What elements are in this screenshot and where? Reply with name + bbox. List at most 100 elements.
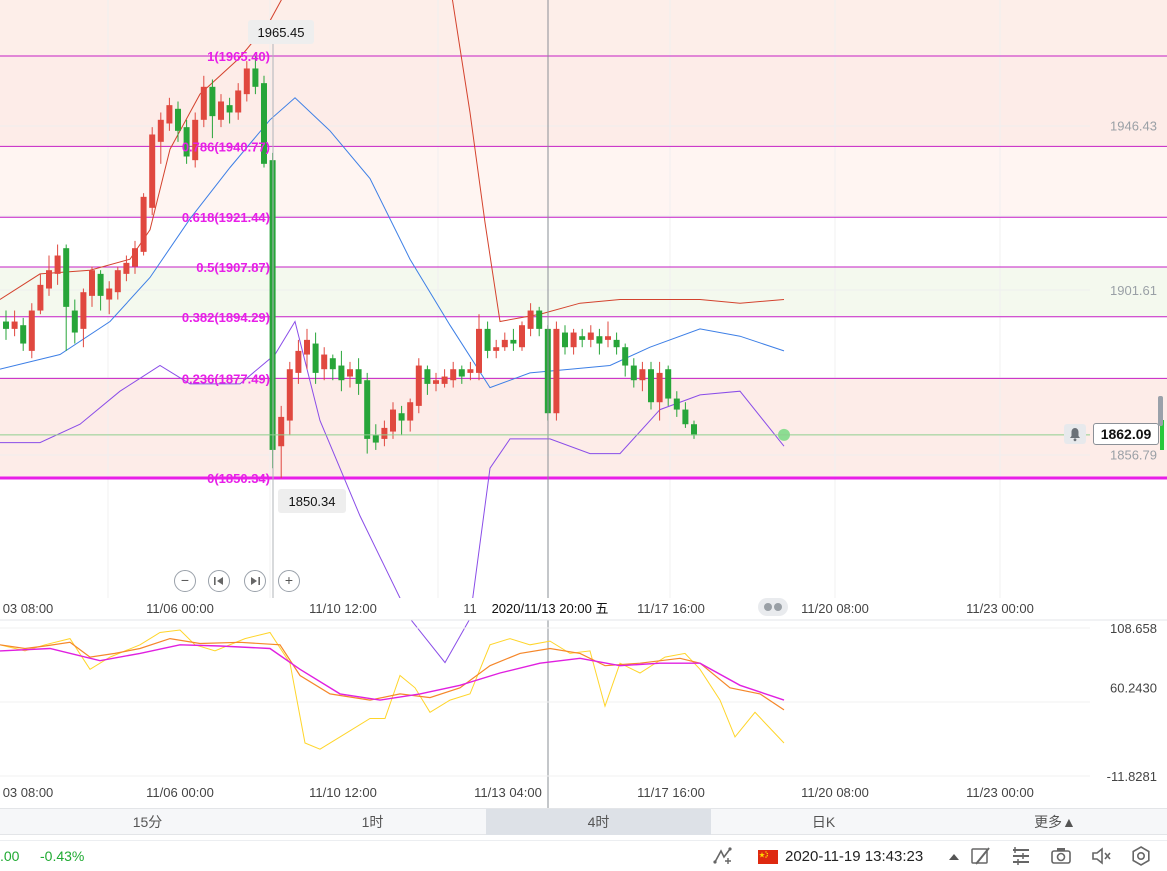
candle-body bbox=[605, 336, 611, 340]
candle-body bbox=[278, 416, 285, 447]
china-flag-icon bbox=[758, 850, 778, 864]
bell-icon[interactable] bbox=[1064, 424, 1086, 444]
oscillator-panel: 108.658 60.2430 -11.8281 03 08:00 11/06 00:0… bbox=[0, 621, 1157, 800]
candle-body bbox=[484, 328, 491, 351]
tab-daily[interactable]: 日K bbox=[711, 809, 936, 835]
time-axis: 03 08:00 11/06 00:00 11/10 12:00 11 11/17 16… bbox=[0, 598, 1167, 621]
candle-body bbox=[37, 284, 44, 311]
fib-label: 0.5(1907.87) bbox=[196, 260, 270, 275]
time-axis-label: 11/06 00:00 bbox=[146, 601, 214, 616]
osc-time-label: 03 08:00 bbox=[3, 785, 54, 800]
candle-body bbox=[329, 358, 336, 370]
candle-body bbox=[140, 196, 147, 252]
candle-body bbox=[71, 310, 78, 333]
candle-body bbox=[372, 435, 379, 443]
fib-label: 0.786(1940.77) bbox=[182, 139, 270, 154]
candle-body bbox=[441, 376, 448, 384]
jump-start-button[interactable] bbox=[208, 570, 230, 592]
candle-body bbox=[630, 365, 637, 381]
mute-icon[interactable] bbox=[1090, 845, 1112, 867]
time-axis-label: 11/23 00:00 bbox=[966, 601, 1034, 616]
candle-body bbox=[200, 86, 207, 120]
candle-body bbox=[691, 424, 697, 436]
candle-body bbox=[28, 310, 35, 351]
candle-body bbox=[286, 369, 293, 421]
osc-time-label: 11/06 00:00 bbox=[146, 785, 214, 800]
candle-body bbox=[519, 325, 525, 348]
status-price: .00 bbox=[0, 848, 20, 864]
osc-time-label: 11/20 08:00 bbox=[801, 785, 869, 800]
zoom-out-button[interactable]: − bbox=[174, 570, 196, 592]
chart-app: 1(1965.40) 0.786(1940.77) 0.618(1921.44) 0.… bbox=[0, 0, 1167, 871]
candle-body bbox=[157, 119, 164, 142]
tab-4hour[interactable]: 4时 bbox=[486, 809, 711, 835]
candle-body bbox=[407, 402, 414, 421]
pen-icon[interactable] bbox=[970, 845, 992, 867]
fib-label: 0.618(1921.44) bbox=[182, 210, 270, 225]
candle-body bbox=[175, 108, 181, 131]
candle-body bbox=[467, 369, 474, 373]
candle-body bbox=[97, 273, 104, 296]
candle-body bbox=[648, 369, 654, 403]
jump-end-icon bbox=[251, 577, 260, 585]
tab-1hour[interactable]: 1时 bbox=[260, 809, 485, 835]
candle-body bbox=[132, 248, 138, 267]
candle-body bbox=[415, 365, 422, 406]
candle-body bbox=[3, 321, 9, 329]
drawing-tool-icon[interactable] bbox=[712, 845, 734, 867]
settings-icon[interactable] bbox=[1130, 845, 1152, 867]
candle-body bbox=[450, 369, 457, 381]
crosshair-time: 2020/11/13 20:00 五 bbox=[492, 601, 609, 616]
fib-bands bbox=[0, 0, 1167, 478]
main-chart[interactable]: 1(1965.40) 0.786(1940.77) 0.618(1921.44) 0.… bbox=[0, 0, 1167, 808]
osc-time-label: 11/10 12:00 bbox=[309, 785, 377, 800]
candle-body bbox=[312, 343, 319, 373]
time-axis-label: 11/17 16:00 bbox=[637, 601, 705, 616]
fib-label: 0.236(1877.49) bbox=[182, 371, 270, 386]
candle-body bbox=[398, 413, 405, 421]
fib-label: 0(1850.34) bbox=[207, 471, 270, 486]
osc-axis-label: -11.8281 bbox=[1107, 769, 1157, 784]
osc-time-label: 11/13 04:00 bbox=[474, 785, 542, 800]
axis-scrollbar[interactable] bbox=[1158, 396, 1163, 426]
price-axis-label: 1856.79 bbox=[1110, 447, 1157, 462]
candle-body bbox=[235, 90, 242, 113]
jump-end-button[interactable] bbox=[244, 570, 266, 592]
candle-body bbox=[20, 325, 27, 344]
candle-body bbox=[596, 336, 603, 344]
osc-axis-label: 60.2430 bbox=[1110, 680, 1157, 695]
tab-more[interactable]: 更多▲ bbox=[1010, 809, 1100, 835]
candle-body bbox=[166, 105, 173, 124]
caret-up-icon[interactable] bbox=[948, 852, 960, 862]
candle-body bbox=[295, 350, 302, 373]
jump-start-icon bbox=[214, 577, 223, 585]
timeframe-bar: 15分 1时 4时 日K 更多▲ bbox=[0, 808, 1167, 835]
candle-body bbox=[209, 86, 216, 117]
candle-body bbox=[123, 262, 130, 274]
candle-body bbox=[114, 270, 121, 293]
candle-body bbox=[458, 369, 465, 377]
camera-icon[interactable] bbox=[1050, 845, 1072, 867]
current-price-tag: 1862.09 bbox=[1093, 423, 1159, 445]
candle-body bbox=[218, 101, 224, 120]
candle-body bbox=[390, 409, 396, 432]
candle-body bbox=[89, 270, 95, 296]
tab-15min[interactable]: 15分 bbox=[35, 809, 260, 835]
zoom-in-button[interactable]: + bbox=[278, 570, 300, 592]
osc-time-label: 11/23 00:00 bbox=[966, 785, 1034, 800]
time-axis-label: 11/20 08:00 bbox=[801, 601, 869, 616]
candle-body bbox=[501, 339, 508, 348]
candle-body bbox=[656, 372, 663, 403]
candle-body bbox=[63, 248, 70, 307]
fib-band bbox=[0, 217, 1167, 267]
candle-body bbox=[622, 347, 629, 366]
high-marker: 1965.45 bbox=[258, 25, 305, 40]
fib-band bbox=[0, 316, 1167, 379]
candle-body bbox=[381, 427, 388, 439]
candle-body bbox=[639, 369, 646, 381]
price-axis-label: 1946.43 bbox=[1110, 119, 1157, 134]
candle-body bbox=[321, 354, 328, 370]
candle-body bbox=[46, 270, 52, 289]
layout-list-icon[interactable] bbox=[1010, 845, 1032, 867]
candle-body bbox=[252, 68, 259, 87]
